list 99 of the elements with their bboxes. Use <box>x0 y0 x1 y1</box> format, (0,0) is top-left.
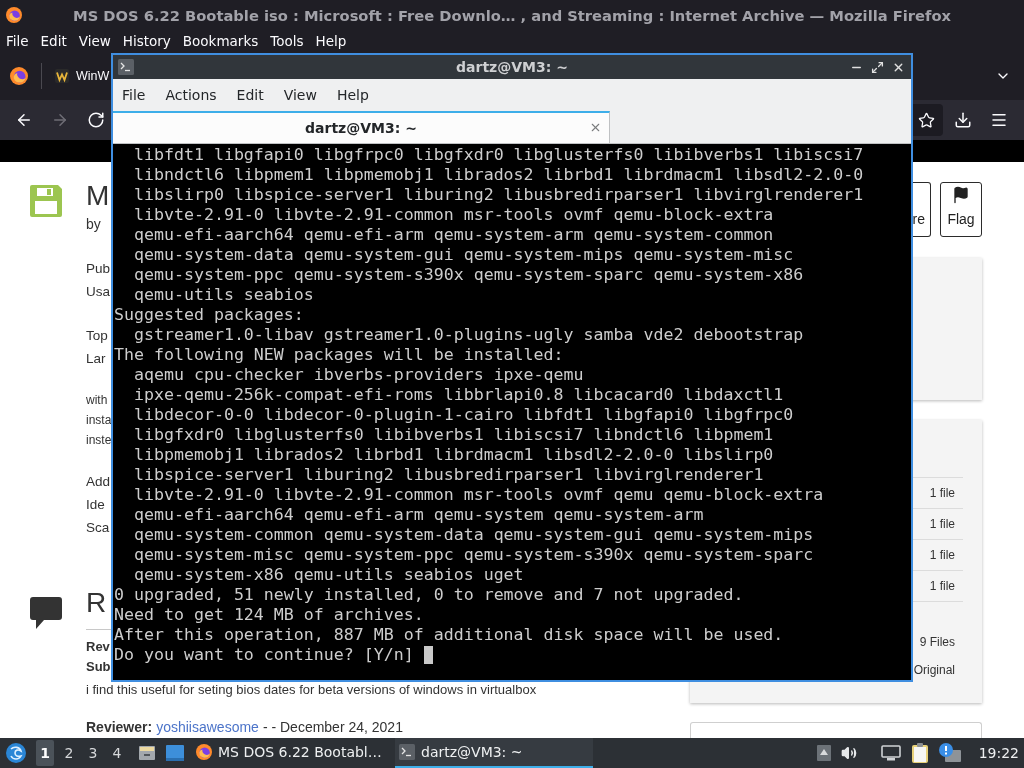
metadata-text: Add <box>86 473 111 491</box>
review-field-label: Sub <box>86 658 111 676</box>
drawer-icon[interactable] <box>139 745 155 761</box>
terminal-line: After this operation, 887 MB of additional disk space will be used. <box>114 625 784 645</box>
reviews-heading: R <box>86 588 107 618</box>
menu-item[interactable]: Actions <box>165 87 217 103</box>
metadata-text: Usa <box>86 283 110 301</box>
tray-expand-icon[interactable] <box>816 745 831 761</box>
desktop-switch-button[interactable]: 2 <box>60 740 78 766</box>
maximize-icon[interactable] <box>871 60 884 74</box>
file-count: 1 file <box>929 485 955 502</box>
menu-item[interactable]: View <box>72 30 117 52</box>
review-field-label: Rev <box>86 638 110 656</box>
terminal-line: Suggested packages: <box>114 305 304 325</box>
terminal-line: 0 upgraded, 51 newly installed, 0 to remove and 7 not upgraded. <box>114 585 744 605</box>
terminal-line: qemu-system-ppc qemu-system-s390x qemu-system-sparc qemu-system-x86 <box>132 265 804 285</box>
terminal-line: qemu-system-data qemu-system-gui qemu-system-mips qemu-system-misc <box>132 245 794 265</box>
desktop-switch-button[interactable]: 3 <box>84 740 102 766</box>
app-logo-icon[interactable] <box>10 67 28 85</box>
description-text: with <box>86 392 108 409</box>
file-count: 1 file <box>929 578 955 595</box>
menu-item[interactable]: Edit <box>34 30 73 52</box>
terminal-line: qemu-system-misc qemu-system-ppc qemu-system-s390x qemu-system-sparc <box>132 545 814 565</box>
terminal-line: qemu-efi-aarch64 qemu-efi-arm qemu-system-arm qemu-system-common <box>132 225 774 245</box>
menu-item[interactable]: Tools <box>264 30 310 52</box>
terminal-line: aqemu cpu-checker ibverbs-providers ipxe-qemu <box>132 365 584 385</box>
menu-item[interactable]: Bookmarks <box>176 30 265 52</box>
flag-icon <box>952 186 970 204</box>
reload-icon <box>87 111 105 129</box>
browser-tab[interactable]: WinW <box>50 58 110 94</box>
terminal-line: ipxe-qemu-256k-compat-efi-roms libbrlapi0.8 libcacard0 libdaxctl1 <box>132 385 784 405</box>
terminal-line: libslirp0 libspice-server1 liburing2 libusbredirparser1 libvirglrenderer1 <box>132 185 864 205</box>
review-date: - - December 24, 2021 <box>262 718 403 737</box>
terminal-line: qemu-system-common qemu-system-data qemu-system-gui qemu-system-mips <box>132 525 814 545</box>
app-logo-icon <box>6 7 22 23</box>
file-count: 1 file <box>929 516 955 533</box>
terminal-line: qemu-efi-aarch64 qemu-efi-arm qemu-system qemu-system-arm <box>132 505 704 525</box>
original-label: Original <box>913 662 955 679</box>
taskbar-task[interactable]: MS DOS 6.22 Bootabl… <box>192 738 387 768</box>
desktop-switch-button[interactable]: 4 <box>108 740 126 766</box>
favicon-icon <box>55 69 69 83</box>
menu-item[interactable]: History <box>116 30 177 52</box>
menu-item[interactable]: Edit <box>236 87 264 103</box>
menu-item[interactable]: View <box>283 87 317 103</box>
menu-item[interactable]: File <box>0 30 35 52</box>
notification-icon[interactable] <box>938 743 961 763</box>
menu-item[interactable]: Help <box>336 87 369 103</box>
address-field[interactable] <box>913 104 943 136</box>
taskbar-task[interactable]: dartz@VM3: ~ <box>395 738 593 768</box>
files-total: 9 Files <box>919 634 955 651</box>
clipboard-icon[interactable] <box>910 743 929 763</box>
terminal-line: libvte-2.91-0 libvte-2.91-common msr-tools ovmf qemu qemu-block-extra <box>132 485 824 505</box>
menu-icon <box>990 111 1008 129</box>
metadata-text: Lar <box>86 350 106 368</box>
terminal-line: libgfxdr0 libglusterfs0 libibverbs1 libiscsi7 libndctl6 libpmem1 <box>132 425 774 445</box>
app-logo-icon <box>196 744 212 760</box>
terminal-line: qemu-utils seabios <box>132 285 314 305</box>
description-text: insta <box>86 412 112 429</box>
terminal-line: libpmemobj1 librados2 librbd1 librdmacm1 libsdl2-2.0-0 libslirp0 <box>132 445 774 465</box>
flag-button[interactable]: Flag <box>940 182 982 237</box>
terminal-line: The following NEW packages will be installed: <box>114 345 564 365</box>
terminal-line: gstreamer1.0-libav gstreamer1.0-plugins-ugly samba vde2 debootstrap <box>132 325 804 345</box>
terminal-line: libfdt1 libgfapi0 libgfrpc0 libgfxdr0 libglusterfs0 libibverbs1 libiscsi7 <box>132 145 864 165</box>
desktop-switch-button[interactable]: 1 <box>36 740 54 766</box>
reviewer-label: Reviewer: <box>86 718 153 737</box>
reviewer-link[interactable]: yoshiisawesome <box>156 717 259 737</box>
download-icon <box>954 111 972 129</box>
clock-text: 19:22 <box>978 745 1019 761</box>
byline-text: by <box>86 215 101 234</box>
review-text: i find this useful for seting bios dates for beta versions of windows in virtualbox <box>86 683 537 696</box>
terminal-line: libvte-2.91-0 libvte-2.91-common msr-tools ovmf qemu-block-extra <box>132 205 774 225</box>
terminal-line: Do you want to continue? [Y/n] <box>114 645 415 665</box>
network-monitor-icon[interactable] <box>880 745 901 761</box>
metadata-text: Top <box>86 327 108 345</box>
terminal-line: qemu-system-x86 qemu-utils seabios uget <box>132 565 524 585</box>
forward-arrow-icon <box>51 111 69 129</box>
terminal-tab[interactable]: dartz@VM3: ~ <box>113 111 610 143</box>
menu-item[interactable]: Help <box>309 30 353 52</box>
volume-icon[interactable] <box>840 745 857 761</box>
metadata-text: Pub <box>86 260 111 278</box>
terminal-icon <box>118 59 134 75</box>
terminal-title: dartz@VM3: ~ <box>456 58 568 77</box>
close-icon[interactable] <box>589 121 602 134</box>
description-text: inste <box>86 432 112 449</box>
terminal-line: libdecor-0-0 libdecor-0-plugin-1-cairo libfdt1 libgfapi0 libgfrpc0 <box>132 405 794 425</box>
share-button[interactable]: re <box>913 182 931 237</box>
terminal-line: Need to get 124 MB of archives. <box>114 605 424 625</box>
start-menu-icon[interactable] <box>6 743 26 763</box>
item-title: M <box>86 182 110 210</box>
terminal-line: libndctl6 libpmem1 libpmemobj1 librados2 librbd1 librdmacm1 libsdl2-2.0-0 <box>132 165 864 185</box>
terminal-line: libspice-server1 liburing2 libusbredirparser1 libvirglrenderer1 <box>132 465 764 485</box>
window-title: MS DOS 6.22 Bootable iso : Microsoft : Free Downlo… , and Streaming : Internet Archive — Mozilla Firefox <box>72 6 952 24</box>
menu-item[interactable]: File <box>122 87 146 103</box>
metadata-text: Ide <box>86 496 105 514</box>
speech-bubble-icon <box>30 597 62 629</box>
terminal-icon <box>399 744 415 760</box>
star-icon[interactable] <box>918 111 935 129</box>
file-count: 1 file <box>929 547 955 564</box>
metadata-text: Sca <box>86 519 110 537</box>
